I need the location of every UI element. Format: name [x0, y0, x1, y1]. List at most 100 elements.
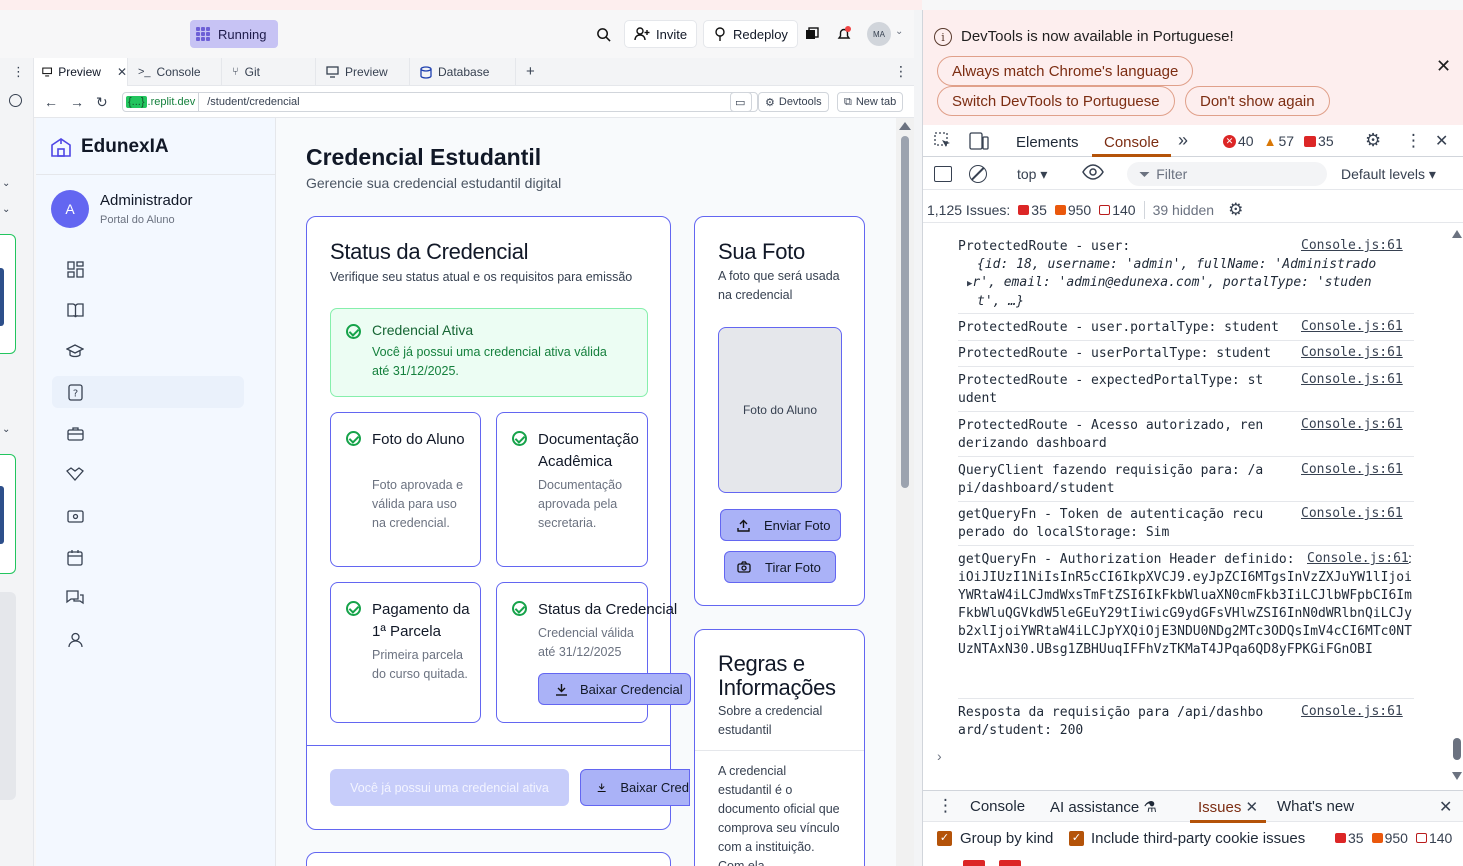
log-source-link[interactable]: Console.js:61 — [1301, 238, 1403, 253]
log-source-link[interactable]: Console.js:61 — [1301, 417, 1403, 432]
sidebar-item-chat-icon[interactable] — [66, 589, 84, 607]
console-prompt-icon[interactable]: › — [937, 748, 942, 764]
switch-to-portuguese-button[interactable]: Switch DevTools to Portuguese — [937, 86, 1175, 116]
scroll-up-arrow-icon[interactable] — [1452, 230, 1462, 238]
tab-preview[interactable]: Preview ✕ — [34, 58, 128, 86]
avatar[interactable]: MA — [867, 22, 891, 46]
log-source-link[interactable]: Console.js:61 — [1301, 319, 1403, 334]
tab-preview-2[interactable]: Preview — [318, 58, 410, 86]
drawer-tab-console[interactable]: Console — [970, 798, 1025, 815]
preview-scrollbar[interactable] — [896, 118, 914, 866]
drawer-tab-whats-new[interactable]: What's new — [1277, 798, 1354, 815]
more-tabs-icon[interactable]: » — [1178, 130, 1188, 151]
close-icon[interactable]: ✕ — [117, 65, 127, 79]
drawer-tab-ai-assistance[interactable]: AI assistance ⚗ — [1050, 798, 1157, 816]
download-credential-button-2[interactable]: Baixar Cred — [580, 769, 690, 806]
error-count-badge[interactable]: ✕ 40 ▲ 57 35 — [1223, 133, 1334, 149]
always-match-language-button[interactable]: Always match Chrome's language — [937, 56, 1194, 86]
scrollbar-thumb[interactable] — [1453, 738, 1461, 760]
settings-gear-icon[interactable]: ⚙ — [1365, 130, 1381, 151]
back-arrow-icon[interactable]: ← — [44, 94, 58, 110]
tab-console[interactable]: Console — [1092, 125, 1172, 157]
log-source-link[interactable]: Console.js:61 — [1301, 462, 1403, 477]
take-photo-button[interactable]: Tirar Foto — [724, 551, 836, 583]
log-source-link[interactable]: Console.js:61 — [1301, 704, 1403, 719]
issues-counts-bottom[interactable]: 35 950 140 — [1335, 830, 1452, 846]
drawer-tab-issues[interactable]: Issues ✕ — [1190, 791, 1267, 823]
chevron-down-icon[interactable]: ⌄ — [895, 26, 903, 37]
eye-icon[interactable] — [1082, 164, 1104, 185]
more-icon[interactable]: ⋮ — [937, 796, 954, 816]
context-selector[interactable]: top ▾ — [1017, 166, 1047, 183]
group-by-kind-checkbox[interactable]: ✓ — [937, 831, 952, 846]
sidebar-item-dashboard-icon[interactable] — [66, 260, 84, 278]
close-icon[interactable]: ✕ — [1246, 799, 1259, 816]
screen-icon[interactable]: ▭ — [730, 92, 752, 112]
chevron-icon[interactable]: ⌄ — [2, 424, 10, 435]
devtools-button[interactable]: ⚙ Devtools — [758, 92, 829, 112]
scroll-up-arrow-icon[interactable] — [899, 122, 911, 130]
clear-console-icon[interactable] — [969, 165, 987, 183]
scrollbar-thumb[interactable] — [901, 136, 909, 488]
log-source-link[interactable]: Console.js:61 — [1301, 506, 1403, 521]
more-icon[interactable]: ⋮ — [12, 64, 25, 80]
filter-input[interactable]: ⏷ Filter — [1127, 162, 1327, 186]
sidebar-item-handshake-icon[interactable] — [66, 465, 84, 483]
url-input[interactable]: {...}.replit.dev /student/credencial › — [122, 92, 758, 112]
chevron-icon[interactable]: ⌄ — [2, 204, 10, 215]
dont-show-again-button[interactable]: Don't show again — [1185, 86, 1330, 116]
sidebar-item-calendar-icon[interactable] — [66, 548, 84, 566]
device-toolbar-icon[interactable] — [969, 132, 989, 153]
scroll-down-arrow-icon[interactable] — [1452, 772, 1462, 780]
third-party-checkbox[interactable]: ✓ — [1069, 831, 1084, 846]
log-separator — [958, 698, 1414, 699]
sidebar-item-user-icon[interactable] — [66, 631, 84, 649]
log-source-link[interactable]: Console.js:61 — [1301, 372, 1403, 387]
tab-database[interactable]: Database — [412, 58, 516, 86]
close-icon[interactable]: ✕ — [1439, 797, 1452, 817]
tab-elements[interactable]: Elements — [1016, 134, 1079, 151]
console-scrollbar[interactable] — [1451, 224, 1463, 790]
tab-console[interactable]: >_ Console — [130, 58, 222, 86]
pane-divider[interactable] — [914, 10, 922, 866]
invite-button[interactable]: Invite — [624, 20, 698, 48]
chevron-icon[interactable]: ⌄ — [2, 178, 10, 189]
close-icon[interactable]: ✕ — [1436, 56, 1451, 77]
sidebar-item-help-icon[interactable]: ? — [66, 383, 84, 401]
credential-active-disabled-button[interactable]: Você já possui uma credencial ativa — [330, 769, 569, 806]
more-icon[interactable]: ⋮ — [1405, 131, 1422, 151]
forward-arrow-icon[interactable]: → — [70, 94, 84, 110]
sidebar-item-book-icon[interactable] — [66, 301, 84, 319]
new-tab-button[interactable]: ⧉ New tab — [837, 92, 904, 112]
issue-count-orange: 950 — [1384, 830, 1408, 846]
gauge-icon[interactable] — [9, 94, 22, 107]
close-icon[interactable]: ✕ — [1435, 131, 1448, 151]
tab-git[interactable]: ⑂ Git — [224, 58, 316, 86]
search-icon[interactable] — [592, 22, 614, 46]
log-source-link[interactable]: Console.js:61 — [1301, 551, 1409, 566]
redeploy-button[interactable]: Redeploy — [703, 20, 798, 48]
requirement-desc: Primeira parcela do curso quitada. — [372, 648, 468, 681]
sidebar-toggle-icon[interactable] — [934, 166, 952, 182]
add-tab-icon[interactable]: + — [526, 63, 535, 80]
issue-count-red: 35 — [1348, 830, 1364, 846]
refresh-icon[interactable]: ↻ — [96, 94, 108, 111]
sidebar-item-graduation-cap-icon[interactable] — [66, 342, 84, 360]
run-status-button[interactable]: Running — [190, 20, 278, 48]
sidebar-item-briefcase-icon[interactable] — [66, 424, 84, 442]
sidebar-item-money-icon[interactable] — [66, 507, 84, 525]
requirement-title: Status da Credencial — [538, 601, 678, 618]
object-preview[interactable]: {id: 18, username: 'admin', fullName: 'A… — [967, 256, 1417, 311]
log-source-link[interactable]: Console.js:61 — [1301, 345, 1403, 360]
settings-gear-icon[interactable]: ⚙ — [1228, 200, 1243, 220]
send-photo-button[interactable]: Enviar Foto — [720, 509, 841, 541]
more-icon[interactable]: ⋮ — [894, 63, 908, 80]
download-credential-button[interactable]: Baixar Credencial — [538, 673, 691, 705]
inspect-element-icon[interactable] — [934, 132, 952, 153]
issues-summary[interactable]: 1,125 Issues: 35 950 140 39 hidden ⚙ — [927, 200, 1243, 220]
notifications-bell-icon[interactable] — [833, 22, 855, 46]
top-strip — [0, 0, 922, 10]
window-icon[interactable] — [801, 22, 823, 46]
log-levels-dropdown[interactable]: Default levels ▾ — [1341, 166, 1436, 183]
avatar[interactable]: A — [51, 190, 89, 228]
